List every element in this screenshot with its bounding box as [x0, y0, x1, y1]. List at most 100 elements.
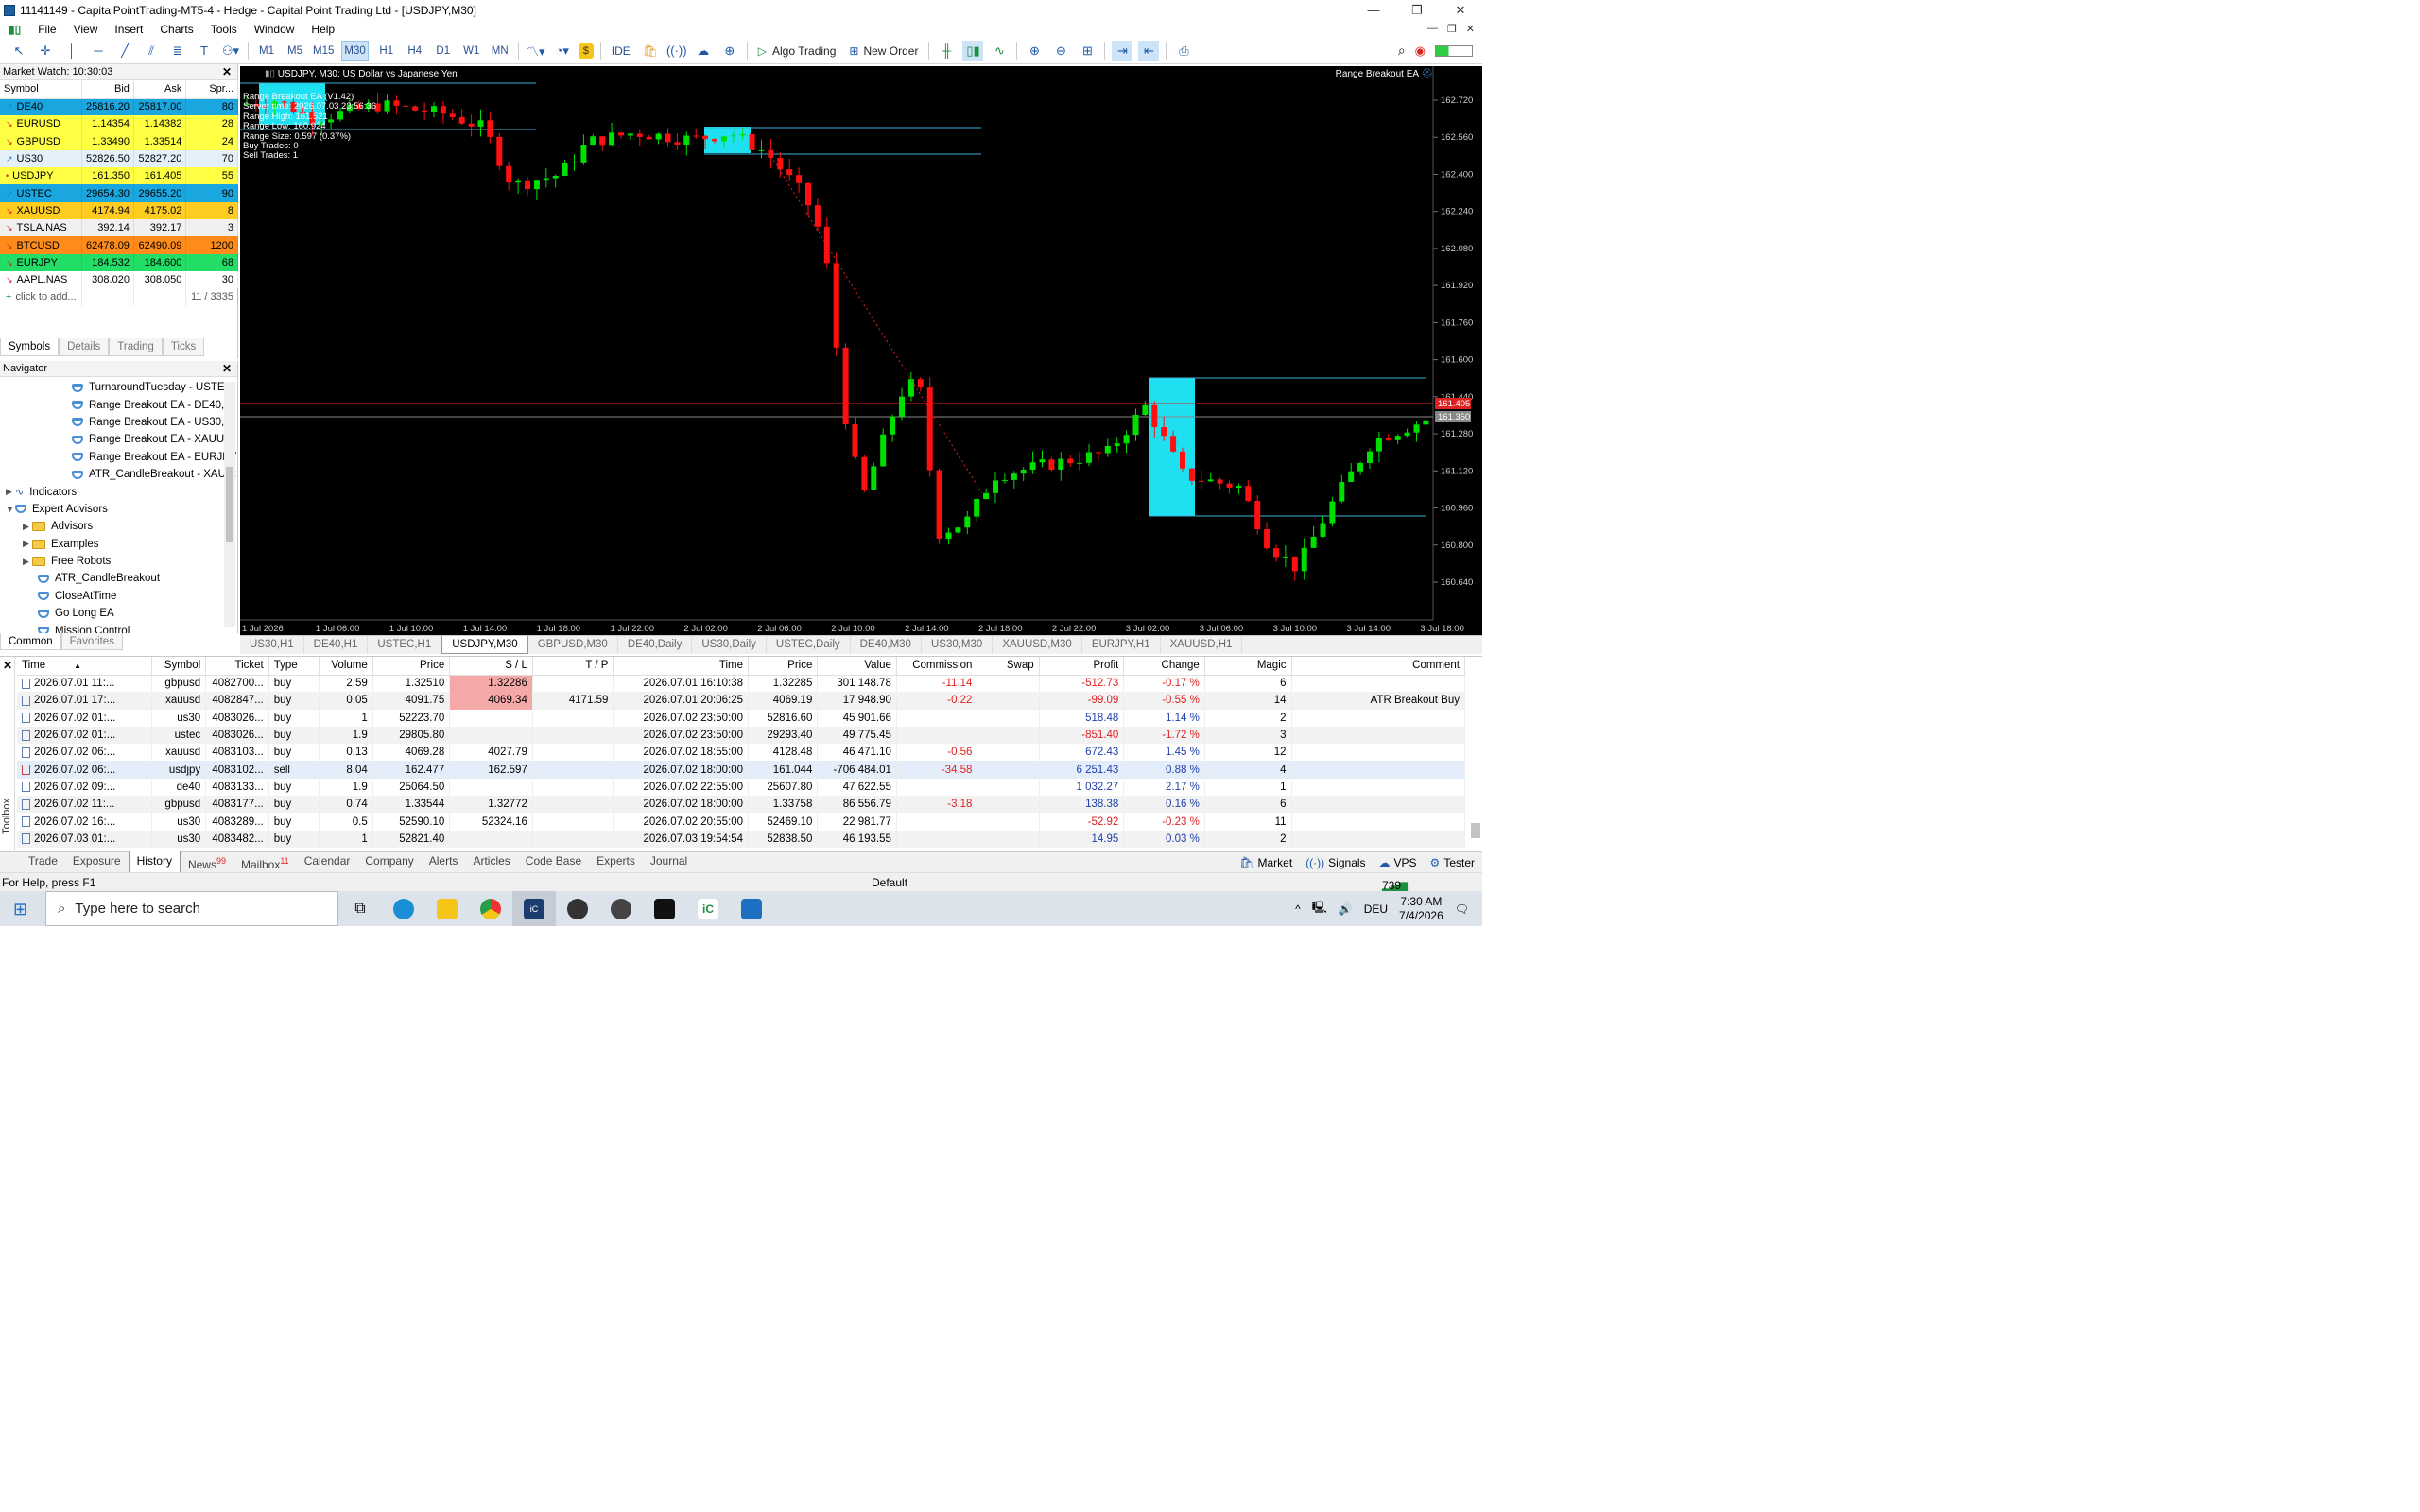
child-restore-icon[interactable]: ❐ — [1447, 23, 1457, 35]
child-minimize-icon[interactable]: — — [1427, 23, 1438, 35]
toolbox-tab-journal[interactable]: Journal — [643, 851, 695, 874]
toolbox-tab-trade[interactable]: Trade — [21, 851, 65, 874]
navigator-item[interactable]: ▶ Examples — [0, 536, 237, 553]
timeframe-d1[interactable]: D1 — [433, 41, 454, 61]
screenshot-icon[interactable]: ⎙ — [1173, 41, 1194, 61]
chart-tab-us30-daily[interactable]: US30,Daily — [692, 636, 767, 654]
ide-button[interactable]: IDE — [608, 41, 634, 61]
market-row-aapl-nas[interactable]: ↘ AAPL.NAS 308.020 308.050 30 — [0, 270, 238, 289]
crosshair-icon[interactable]: ✛ — [35, 41, 56, 61]
horizontal-line-icon[interactable]: ─ — [88, 41, 109, 61]
expand-right-icon[interactable]: ▶ — [23, 539, 32, 549]
zoom-out-icon[interactable]: ⊖ — [1050, 41, 1071, 61]
menu-insert[interactable]: Insert — [106, 23, 151, 36]
file-explorer-icon[interactable] — [425, 891, 469, 926]
close-window-button[interactable]: ✕ — [1439, 0, 1482, 20]
shapes-icon[interactable]: ⚇▾ — [220, 41, 241, 61]
history-row[interactable]: 2026.07.02 06:... usdjpy 4083102... sell 8.0… — [17, 761, 1466, 779]
toolbox-tab-calendar[interactable]: Calendar — [297, 851, 358, 874]
autoscroll-icon[interactable]: ⇥ — [1112, 40, 1133, 61]
history-row[interactable]: 2026.07.01 11:... gbpusd 4082700... buy 2.59… — [17, 675, 1466, 693]
menu-view[interactable]: View — [65, 23, 107, 36]
timeframe-h1[interactable]: H1 — [376, 41, 397, 61]
child-close-icon[interactable]: ✕ — [1466, 23, 1475, 35]
link-tester[interactable]: ⚙ Tester — [1430, 856, 1475, 869]
algo-trading-button[interactable]: ▷ Algo Trading — [754, 41, 840, 61]
history-col-swap[interactable]: Swap — [977, 657, 1040, 676]
toolbox-tab-company[interactable]: Company — [357, 851, 421, 874]
text-icon[interactable]: T — [194, 41, 215, 61]
timeframe-m15[interactable]: M15 — [313, 41, 334, 61]
history-row[interactable]: 2026.07.01 17:... xauusd 4082847... buy 0.05… — [17, 692, 1466, 710]
history-col-profit[interactable]: Profit — [1039, 657, 1125, 676]
language-indicator[interactable]: DEU — [1364, 902, 1388, 916]
tab-trading[interactable]: Trading — [109, 338, 163, 356]
notification-center-icon[interactable]: 🗨 — [1455, 902, 1469, 916]
ic-markets-icon[interactable]: iC — [686, 891, 730, 926]
zoom-in-icon[interactable]: ⊕ — [1024, 41, 1045, 61]
vps-cloud-icon[interactable]: ☁ — [693, 41, 714, 61]
chart-tab-ustec-daily[interactable]: USTEC,Daily — [767, 636, 851, 654]
notifications-icon[interactable]: ◉ — [1415, 43, 1426, 59]
history-col-ticket[interactable]: Ticket — [205, 657, 269, 676]
github-icon[interactable] — [599, 891, 643, 926]
tile-windows-icon[interactable]: ⊞ — [1077, 41, 1098, 61]
bar-chart-icon[interactable]: ╫ — [936, 41, 957, 61]
navigator-item[interactable]: Range Breakout EA - EURJPY — [0, 449, 237, 466]
ic-trading-mt5-icon[interactable]: iC — [512, 891, 556, 926]
candlestick-icon[interactable]: ▯▮ — [962, 40, 984, 61]
toolbox-tab-news[interactable]: News99 — [181, 851, 233, 874]
taskbar-search[interactable]: ⌕ Type here to search — [45, 891, 338, 926]
history-row[interactable]: 2026.07.02 01:... ustec 4083026... buy 1.9 29… — [17, 726, 1466, 745]
navigator-item[interactable]: ▶ Advisors — [0, 518, 237, 535]
chart-tab-eurjpy-h1[interactable]: EURJPY,H1 — [1082, 636, 1161, 654]
add-icon[interactable]: ⊕ — [719, 41, 740, 61]
chart-tab-de40-daily[interactable]: DE40,Daily — [618, 636, 693, 654]
restore-button[interactable]: ❐ — [1395, 0, 1439, 20]
windows-start-icon[interactable]: ⊞ — [13, 900, 27, 919]
history-col-price[interactable]: Price — [372, 657, 451, 676]
network-icon[interactable]: 🖳 — [1312, 899, 1327, 919]
navigator-item[interactable]: ▼ Expert Advisors — [0, 501, 237, 518]
chart-tab-xauusd-m30[interactable]: XAUUSD,M30 — [993, 636, 1082, 654]
navigator-scrollbar[interactable] — [224, 382, 235, 627]
history-col-value[interactable]: Value — [817, 657, 897, 676]
chart-shift-icon[interactable]: ⇤ — [1138, 40, 1160, 61]
expand-right-icon[interactable]: ▶ — [23, 522, 32, 532]
navigator-item[interactable]: ▶ Free Robots — [0, 553, 237, 570]
clock[interactable]: 7:30 AM 7/4/2026 — [1399, 895, 1443, 923]
timeframe-m1[interactable]: M1 — [256, 41, 277, 61]
range-box[interactable] — [704, 127, 751, 153]
navigator-item[interactable]: Range Breakout EA - US30,M — [0, 414, 237, 431]
toolbox-tab-experts[interactable]: Experts — [589, 851, 643, 874]
close-icon[interactable]: ✕ — [222, 65, 232, 78]
status-profile[interactable]: Default — [872, 876, 908, 889]
task-view-icon[interactable]: ⧉ — [338, 891, 382, 926]
menu-tools[interactable]: Tools — [202, 23, 246, 36]
col-bid[interactable]: Bid — [81, 80, 134, 99]
toolbox-tab-code-base[interactable]: Code Base — [518, 851, 589, 874]
chart-tab-usdjpy-m30[interactable]: USDJPY,M30 — [441, 636, 528, 654]
market-bag-icon[interactable]: 🛍 — [640, 41, 661, 61]
history-row[interactable]: 2026.07.02 06:... xauusd 4083103... buy 0.13… — [17, 744, 1466, 762]
close-icon[interactable]: ✕ — [222, 362, 232, 375]
timeframe-h4[interactable]: H4 — [405, 41, 425, 61]
expand-right-icon[interactable]: ▶ — [23, 557, 32, 567]
market-row-btcusd[interactable]: ↘ BTCUSD 62478.09 62490.09 1200 — [0, 236, 238, 254]
price-chart[interactable]: 162.720 162.560 162.400 162.240 162.080 161.9… — [240, 66, 1482, 635]
connection-level-icon[interactable] — [1435, 44, 1473, 57]
col-symbol[interactable]: Symbol — [0, 80, 82, 99]
vertical-line-icon[interactable]: │ — [61, 41, 82, 61]
timeframe-w1[interactable]: W1 — [461, 41, 482, 61]
tab-favorites[interactable]: Favorites — [60, 633, 123, 650]
channel-icon[interactable]: ⫽ — [141, 41, 162, 61]
chart-tab-us30-m30[interactable]: US30,M30 — [922, 636, 994, 654]
link-vps[interactable]: ☁ VPS — [1379, 856, 1417, 869]
timeframe-mn[interactable]: MN — [490, 41, 510, 61]
minimize-button[interactable]: — — [1352, 0, 1395, 20]
navigator-item[interactable]: CloseAtTime — [0, 588, 237, 605]
tab-details[interactable]: Details — [59, 338, 110, 356]
market-row-de40[interactable]: ↗ DE40 25816.20 25817.00 80 — [0, 98, 238, 116]
chart-tab-xauusd-h1[interactable]: XAUUSD,H1 — [1161, 636, 1243, 654]
expand-down-icon[interactable]: ▼ — [6, 505, 15, 514]
